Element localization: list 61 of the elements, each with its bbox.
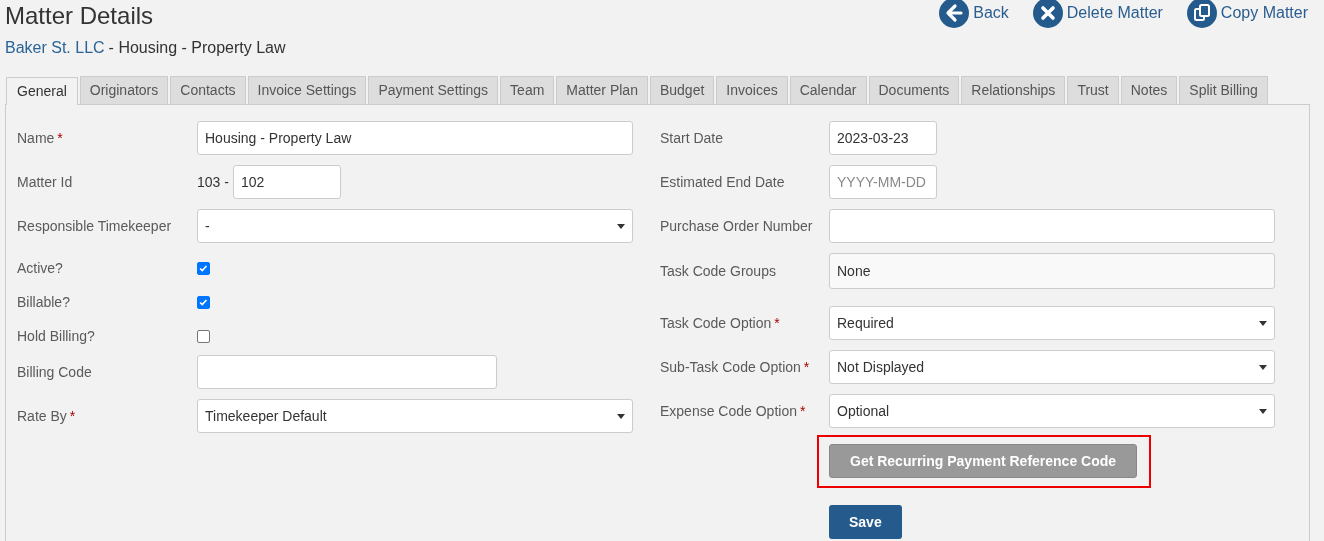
tab[interactable]: Invoices: [716, 76, 788, 104]
checkbox[interactable]: [197, 261, 210, 275]
tab[interactable]: Payment Settings: [368, 76, 499, 104]
select-field[interactable]: Timekeeper Default: [197, 399, 633, 433]
matter-name: - Housing - Property Law: [108, 39, 286, 57]
text-field[interactable]: [829, 209, 1275, 243]
tab[interactable]: Notes: [1120, 76, 1178, 104]
text-field[interactable]: [197, 355, 497, 389]
checkbox[interactable]: [197, 329, 210, 343]
field-label: Sub-Task Code Option *: [660, 359, 811, 375]
field-label: Expense Code Option *: [660, 403, 807, 419]
field-label: Estimated End Date: [660, 174, 786, 190]
checkbox[interactable]: [197, 295, 210, 309]
tab[interactable]: Trust: [1067, 76, 1119, 104]
client-link[interactable]: Baker St. LLC: [5, 39, 105, 57]
select-field[interactable]: Optional: [829, 394, 1275, 428]
date-field[interactable]: YYYY-MM-DD: [829, 165, 937, 199]
field-label: Name *: [17, 130, 64, 146]
tab[interactable]: General: [6, 77, 78, 105]
tab[interactable]: Documents: [868, 76, 960, 104]
tab[interactable]: Matter Plan: [556, 76, 648, 104]
tab[interactable]: Relationships: [961, 76, 1066, 104]
caret-icon: [1259, 408, 1267, 414]
caret-icon: [617, 413, 625, 419]
field-label: Rate By *: [17, 408, 77, 424]
copy-link[interactable]: Copy Matter: [1186, 0, 1308, 28]
field-label: Hold Billing?: [17, 328, 96, 344]
close-icon: [1032, 0, 1063, 28]
id-prefix: 103 -: [197, 174, 229, 190]
date-field[interactable]: 2023-03-23: [829, 121, 937, 155]
select-field[interactable]: Not Displayed: [829, 350, 1275, 384]
readonly-field: None: [829, 253, 1275, 289]
delete-link[interactable]: Delete Matter: [1032, 0, 1163, 28]
id-field[interactable]: 102: [232, 165, 341, 199]
tab[interactable]: Originators: [79, 76, 169, 104]
select-field[interactable]: -: [197, 209, 633, 243]
field-label: Matter Id: [17, 174, 74, 190]
select-field[interactable]: Required: [829, 306, 1275, 340]
caret-icon: [617, 223, 625, 229]
copy-icon: [1186, 0, 1217, 28]
tab[interactable]: Calendar: [789, 76, 867, 104]
tab[interactable]: Split Billing: [1179, 76, 1268, 104]
field-label: Task Code Option *: [660, 315, 781, 331]
text-field[interactable]: Housing - Property Law: [197, 121, 633, 155]
tab[interactable]: Invoice Settings: [247, 76, 367, 104]
save-button[interactable]: Save: [829, 505, 902, 539]
field-label: Billable?: [17, 294, 71, 310]
field-label: Purchase Order Number: [660, 218, 814, 234]
field-label: Responsible Timekeeper: [17, 218, 173, 234]
field-label: Billing Code: [17, 364, 93, 380]
caret-icon: [1259, 364, 1267, 370]
tab[interactable]: Budget: [649, 76, 715, 104]
page-title: Matter Details: [5, 2, 154, 30]
caret-icon: [1259, 320, 1267, 326]
field-label: Task Code Groups: [660, 263, 777, 279]
tab[interactable]: Contacts: [170, 76, 246, 104]
tab[interactable]: Team: [500, 76, 555, 104]
back-link[interactable]: Back: [939, 0, 1009, 28]
field-label: Active?: [17, 260, 64, 276]
field-label: Start Date: [660, 130, 725, 146]
back-arrow-icon: [939, 0, 970, 28]
